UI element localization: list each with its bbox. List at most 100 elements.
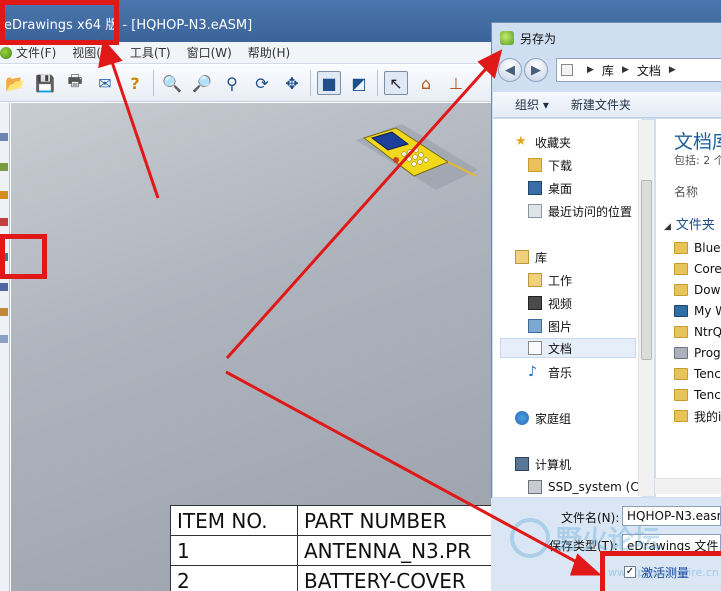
sidebar-icon[interactable] [0, 218, 8, 226]
folder-icon [674, 263, 688, 275]
table-header-row: ITEM NO. PART NUMBER [170, 505, 498, 536]
group-header-folders[interactable]: ◢ 文件夹 [664, 214, 715, 233]
nav-computer[interactable]: 计算机 [515, 454, 571, 474]
sidebar-icon[interactable] [0, 163, 8, 171]
column-header-name[interactable]: 名称 [674, 183, 698, 200]
open-icon[interactable]: 📂 [3, 71, 27, 95]
nav-libraries[interactable]: 库 [515, 247, 547, 267]
device-model[interactable] [352, 118, 482, 198]
menu-help[interactable]: 帮助(H) [248, 44, 290, 61]
folder-icon [674, 305, 688, 317]
left-sidebar [0, 103, 10, 591]
edrawings-app-icon [500, 31, 514, 45]
column-header: ITEM NO. [170, 505, 298, 536]
save-icon[interactable]: 💾 [33, 71, 57, 95]
nav-label: 图片 [548, 319, 573, 334]
file-name: Corel [694, 262, 721, 276]
breadcrumb-library[interactable]: 库 [602, 62, 614, 79]
print-icon[interactable]: 🖶 [63, 71, 87, 95]
menu-window[interactable]: 窗口(W) [187, 44, 232, 61]
table-row: 1 ANTENNA_N3.PR [170, 535, 498, 566]
home-icon[interactable]: ⌂ [414, 71, 438, 95]
list-item[interactable]: 我的i [674, 406, 721, 426]
sidebar-icon[interactable] [0, 191, 8, 199]
nav-videos[interactable]: 视频 [528, 293, 572, 313]
list-item[interactable]: Blueto [674, 238, 721, 258]
nav-music[interactable]: ♪ 音乐 [528, 362, 572, 382]
address-bar[interactable]: ▶ 库 ▶ 文档 ▶ [556, 58, 721, 82]
hard-drive-icon [528, 480, 542, 494]
menu-file[interactable]: 文件(F) [16, 44, 56, 61]
file-name: Blueto [694, 241, 721, 255]
nav-label: 桌面 [548, 181, 573, 196]
file-name: Prog [694, 346, 721, 360]
help-icon[interactable]: ? [123, 71, 147, 95]
sidebar-icon[interactable] [0, 308, 8, 316]
nav-label: 工作 [548, 273, 573, 288]
measure-icon[interactable]: ⊥ [444, 71, 468, 95]
nav-pictures[interactable]: 图片 [528, 316, 572, 336]
scrollbar-thumb[interactable] [641, 180, 652, 360]
list-item[interactable]: Down [674, 280, 721, 300]
nav-label: 收藏夹 [535, 135, 572, 150]
rotate-icon[interactable]: ⟳ [250, 71, 274, 95]
star-icon: ★ [515, 134, 527, 149]
list-item[interactable]: NtrQ [674, 322, 721, 342]
nav-label: SSD_system (C:) [548, 480, 648, 494]
pan-icon[interactable]: ✥ [280, 71, 304, 95]
menu-view[interactable]: 视图(V) [72, 44, 114, 61]
folder-icon [674, 326, 688, 338]
nav-documents[interactable]: 文档 [500, 338, 636, 358]
folder-icon [674, 389, 688, 401]
annotation-box-sidebar [0, 234, 47, 279]
email-icon[interactable]: ✉ [93, 71, 117, 95]
group-label: 文件夹 [675, 218, 715, 233]
table-cell: ANTENNA_N3.PR [297, 535, 498, 566]
file-name: Tenc [694, 367, 721, 381]
dialog-title-bar: 另存为 [492, 23, 721, 53]
folder-icon [674, 242, 688, 254]
nav-scrollbar[interactable] [638, 120, 654, 496]
sidebar-icon[interactable] [0, 133, 8, 141]
zoom-area-icon[interactable]: 🔎 [190, 71, 214, 95]
table-cell: BATTERY-COVER [297, 565, 498, 591]
nav-downloads[interactable]: 下载 [528, 155, 572, 175]
downloads-folder-icon [528, 158, 542, 172]
folder-icon [674, 410, 688, 422]
zoom-icon[interactable]: ⚲ [220, 71, 244, 95]
nav-label: 库 [535, 250, 548, 265]
new-folder-button[interactable]: 新建文件夹 [571, 96, 631, 113]
homegroup-icon [515, 411, 529, 425]
sidebar-icon[interactable] [0, 283, 8, 291]
nav-label: 音乐 [548, 365, 573, 380]
zoom-fit-icon[interactable]: 🔍 [160, 71, 184, 95]
toolbar-divider [377, 70, 378, 96]
nav-drive-c[interactable]: SSD_system (C:) [528, 477, 647, 497]
toolbar-divider [153, 70, 154, 96]
list-item[interactable]: Corel [674, 259, 721, 279]
forward-button[interactable]: ▶ [524, 58, 548, 82]
nav-desktop[interactable]: 桌面 [528, 178, 572, 198]
organize-button[interactable]: 组织 ▾ [515, 96, 549, 113]
chevron-right-icon: ▶ [668, 65, 676, 75]
list-item[interactable]: Tenc [674, 364, 721, 384]
nav-work[interactable]: 工作 [528, 270, 572, 290]
back-button[interactable]: ◀ [498, 58, 522, 82]
table-row: 2 BATTERY-COVER [170, 565, 498, 591]
shaded-view-icon[interactable]: ■ [317, 71, 341, 95]
nav-recent[interactable]: 最近访问的位置 [528, 201, 632, 221]
nav-favorites[interactable]: ★ 收藏夹 [515, 132, 571, 152]
video-icon [528, 296, 542, 310]
breadcrumb-documents[interactable]: 文档 [637, 62, 661, 79]
folder-icon [674, 347, 688, 359]
list-item[interactable]: My W [674, 301, 721, 321]
file-list-h-scrollbar[interactable] [655, 478, 721, 494]
sidebar-icon[interactable] [0, 335, 8, 343]
list-item[interactable]: Prog [674, 343, 721, 363]
menu-tools[interactable]: 工具(T) [130, 44, 171, 61]
nav-homegroup[interactable]: 家庭组 [515, 408, 571, 428]
dialog-command-bar: 组织 ▾ 新建文件夹 [493, 92, 721, 118]
select-icon[interactable]: ↖ [384, 71, 408, 95]
perspective-icon[interactable]: ◩ [347, 71, 371, 95]
list-item[interactable]: Tenc [674, 385, 721, 405]
